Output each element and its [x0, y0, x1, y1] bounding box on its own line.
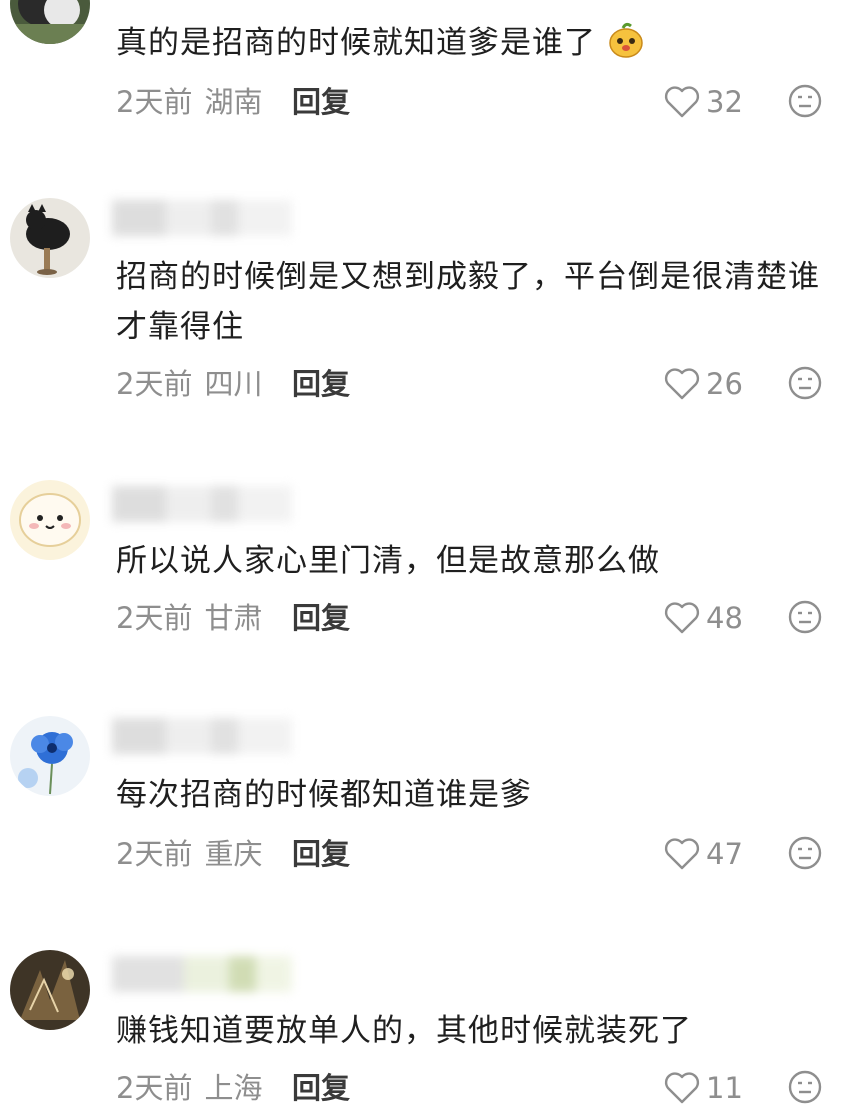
heart-outline-icon	[664, 86, 700, 118]
reply-button[interactable]: 回复	[292, 362, 350, 406]
comment-item: 所以说人家心里门清，但是故意那么做 2天前 甘肃 回复 48	[0, 480, 848, 650]
comment-text: 招商的时候倒是又想到成毅了，平台倒是很清楚谁才靠得住	[116, 259, 820, 345]
like-button[interactable]: 32	[664, 84, 743, 120]
comment-item: 赚钱知道要放单人的，其他时候就装死了 2天前 上海 回复 11	[0, 950, 848, 1118]
reply-button[interactable]: 回复	[292, 1066, 350, 1110]
like-count: 32	[706, 85, 743, 119]
like-count: 48	[706, 601, 743, 635]
avatar[interactable]	[10, 198, 90, 278]
comment-item: 真的是招商的时候就知道爹是谁了 2天前 湖南 回复 32	[0, 0, 848, 150]
neutral-face-icon[interactable]	[788, 836, 822, 870]
comment-meta: 2天前 甘肃 回复 48	[116, 596, 828, 640]
heart-outline-icon	[664, 838, 700, 870]
like-button[interactable]: 26	[664, 366, 743, 402]
avatar[interactable]	[10, 716, 90, 796]
comment-location: 湖南	[204, 85, 263, 119]
comment-item: 招商的时候倒是又想到成毅了，平台倒是很清楚谁才靠得住 2天前 四川 回复 26	[0, 198, 848, 418]
neutral-face-icon[interactable]	[788, 1070, 822, 1104]
like-count: 26	[706, 367, 743, 401]
avatar[interactable]	[10, 950, 90, 1030]
comment-meta: 2天前 四川 回复 26	[116, 362, 828, 406]
like-count: 11	[706, 1071, 743, 1105]
heart-outline-icon	[664, 368, 700, 400]
neutral-face-icon[interactable]	[788, 84, 822, 118]
comment-time: 2天前	[116, 85, 193, 119]
avatar[interactable]	[10, 0, 90, 44]
reply-button[interactable]: 回复	[292, 832, 350, 876]
neutral-face-icon[interactable]	[788, 600, 822, 634]
heart-outline-icon	[664, 1072, 700, 1104]
comment-time: 2天前	[116, 367, 193, 401]
comment-location: 甘肃	[204, 601, 263, 635]
comment-meta: 2天前 重庆 回复 47	[116, 832, 828, 876]
like-count: 47	[706, 837, 743, 871]
comment-item: 每次招商的时候都知道谁是爹 2天前 重庆 回复 47	[0, 716, 848, 886]
username-blurred	[112, 718, 292, 754]
reply-button[interactable]: 回复	[292, 80, 350, 124]
comment-time: 2天前	[116, 601, 193, 635]
comment-meta: 2天前 湖南 回复 32	[116, 80, 828, 124]
like-button[interactable]: 47	[664, 836, 743, 872]
neutral-face-icon[interactable]	[788, 366, 822, 400]
comment-location: 四川	[204, 367, 263, 401]
comment-time: 2天前	[116, 1071, 193, 1105]
comment-location: 重庆	[204, 837, 263, 871]
like-button[interactable]: 48	[664, 600, 743, 636]
heart-outline-icon	[664, 602, 700, 634]
like-button[interactable]: 11	[664, 1070, 743, 1106]
comment-text: 真的是招商的时候就知道爹是谁了	[116, 18, 828, 68]
username-blurred	[112, 486, 292, 522]
comment-meta: 2天前 上海 回复 11	[116, 1066, 828, 1110]
avatar[interactable]	[10, 480, 90, 560]
username-blurred	[112, 956, 292, 992]
comment-text: 每次招商的时候都知道谁是爹	[116, 777, 532, 813]
yellow-cartoon-face-emoji	[607, 21, 645, 59]
username-blurred	[112, 200, 292, 236]
reply-button[interactable]: 回复	[292, 596, 350, 640]
comment-location: 上海	[204, 1071, 263, 1105]
comment-time: 2天前	[116, 837, 193, 871]
comment-text: 赚钱知道要放单人的，其他时候就装死了	[116, 1013, 692, 1049]
comment-text: 所以说人家心里门清，但是故意那么做	[116, 543, 660, 579]
